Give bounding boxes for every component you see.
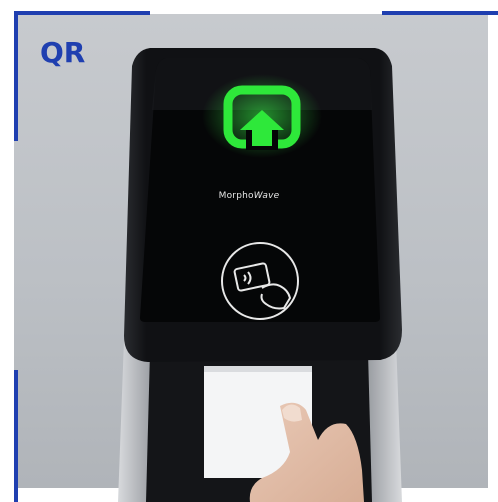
biometric-terminal-illustration [118, 48, 402, 502]
device-brand-label: MorphoWave [218, 191, 280, 201]
